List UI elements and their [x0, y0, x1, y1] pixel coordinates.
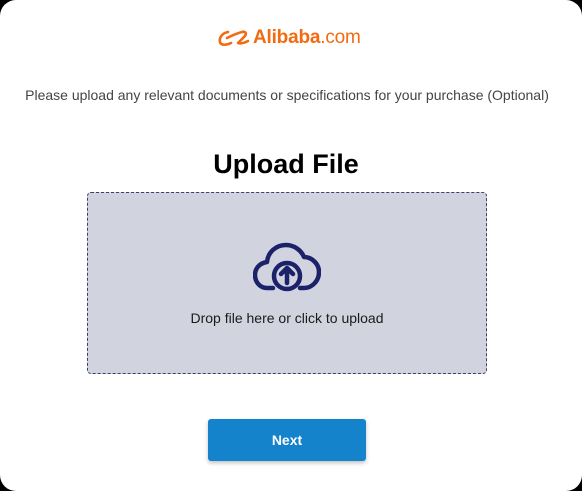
page-title: Upload File: [213, 149, 359, 179]
upload-dialog: Alibaba.com Please upload any relevant d…: [0, 0, 582, 491]
logo-brand: Alibaba: [253, 27, 321, 48]
dropzone-label: Drop file here or click to upload: [190, 310, 384, 326]
alibaba-logo-icon: [218, 30, 250, 47]
file-dropzone[interactable]: Drop file here or click to upload: [87, 192, 487, 374]
upload-instructions: Please upload any relevant documents or …: [25, 87, 549, 103]
alibaba-logo: Alibaba.com: [218, 25, 361, 51]
next-button[interactable]: Next: [208, 419, 366, 461]
logo-tld: .com: [320, 27, 361, 48]
cloud-upload-icon: [253, 242, 321, 292]
logo-text: Alibaba.com: [253, 25, 361, 51]
